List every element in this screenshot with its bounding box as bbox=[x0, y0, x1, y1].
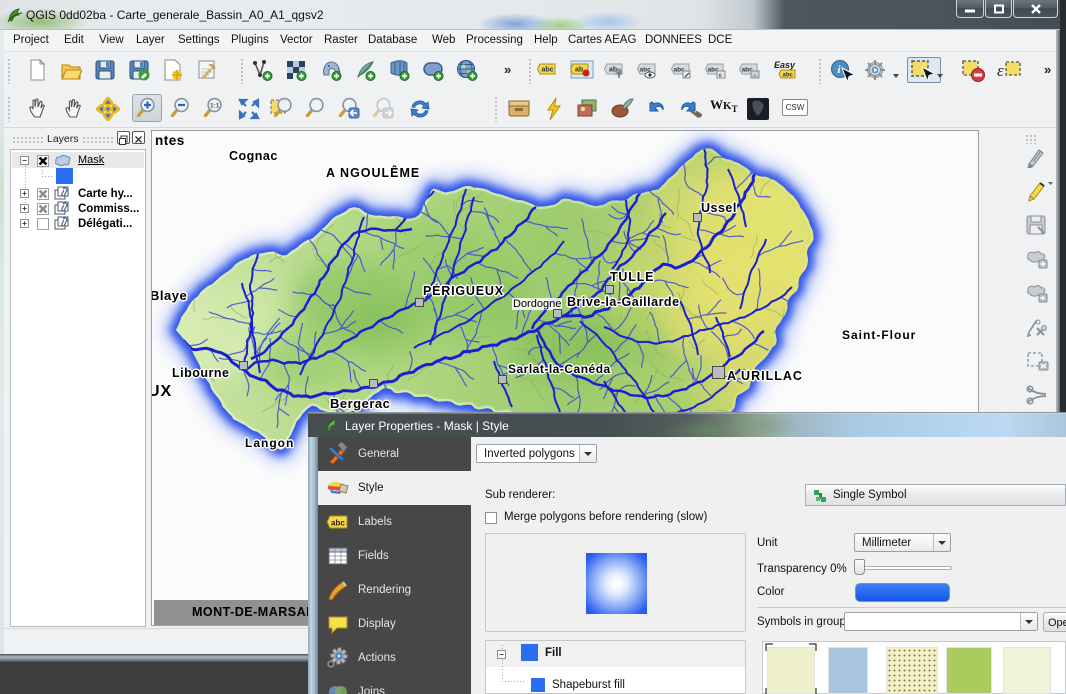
svg-text:abc: abc bbox=[783, 73, 794, 79]
svg-text:ab: ab bbox=[575, 67, 583, 74]
svg-text:ε: ε bbox=[997, 61, 1004, 80]
svg-text:abc: abc bbox=[331, 519, 345, 528]
svg-text:Easy: Easy bbox=[774, 60, 796, 70]
svg-text:1:1: 1:1 bbox=[210, 103, 220, 110]
svg-text:abc: abc bbox=[542, 67, 554, 74]
